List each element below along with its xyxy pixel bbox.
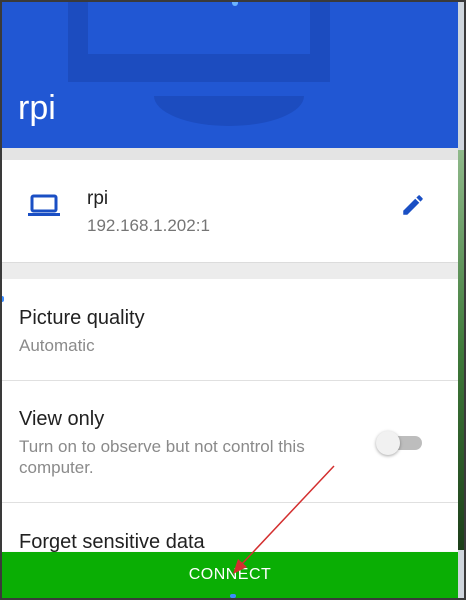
section-divider: [2, 263, 458, 279]
device-name: rpi: [87, 188, 109, 209]
settings-list: Picture quality Automatic View only Turn…: [2, 279, 458, 553]
setting-title: Forget sensitive data: [19, 531, 205, 553]
setting-title: View only: [19, 408, 105, 430]
view-only-toggle[interactable]: [376, 431, 422, 455]
setting-picture-quality[interactable]: Picture quality Automatic: [2, 279, 458, 381]
resize-handle-left[interactable]: [0, 296, 4, 302]
desktop-edge: [458, 0, 466, 600]
device-card: rpi 192.168.1.202:1: [2, 160, 458, 263]
monitor-stand-shape: [154, 96, 304, 126]
toggle-thumb: [376, 431, 400, 455]
setting-subtitle: Turn on to observe but not control this …: [19, 437, 305, 477]
monitor-screen-shape: [88, 2, 310, 54]
device-address: 192.168.1.202:1: [87, 216, 210, 235]
connect-button[interactable]: CONNECT: [2, 552, 458, 598]
setting-subtitle: Automatic: [19, 336, 95, 355]
app-header: rpi: [2, 2, 458, 148]
page-title: rpi: [18, 89, 56, 127]
setting-view-only[interactable]: View only Turn on to observe but not con…: [2, 381, 458, 503]
setting-title: Picture quality: [19, 307, 145, 329]
pencil-icon[interactable]: [400, 192, 426, 218]
desktop-edge-image: [458, 150, 466, 550]
app-window: rpi rpi 192.168.1.202:1 Picture quality …: [0, 0, 466, 600]
resize-handle-bottom[interactable]: [230, 594, 236, 598]
header-divider: [2, 148, 458, 160]
connect-button-label: CONNECT: [188, 566, 272, 583]
laptop-icon: [28, 194, 60, 216]
monitor-illustration: [68, 2, 330, 82]
